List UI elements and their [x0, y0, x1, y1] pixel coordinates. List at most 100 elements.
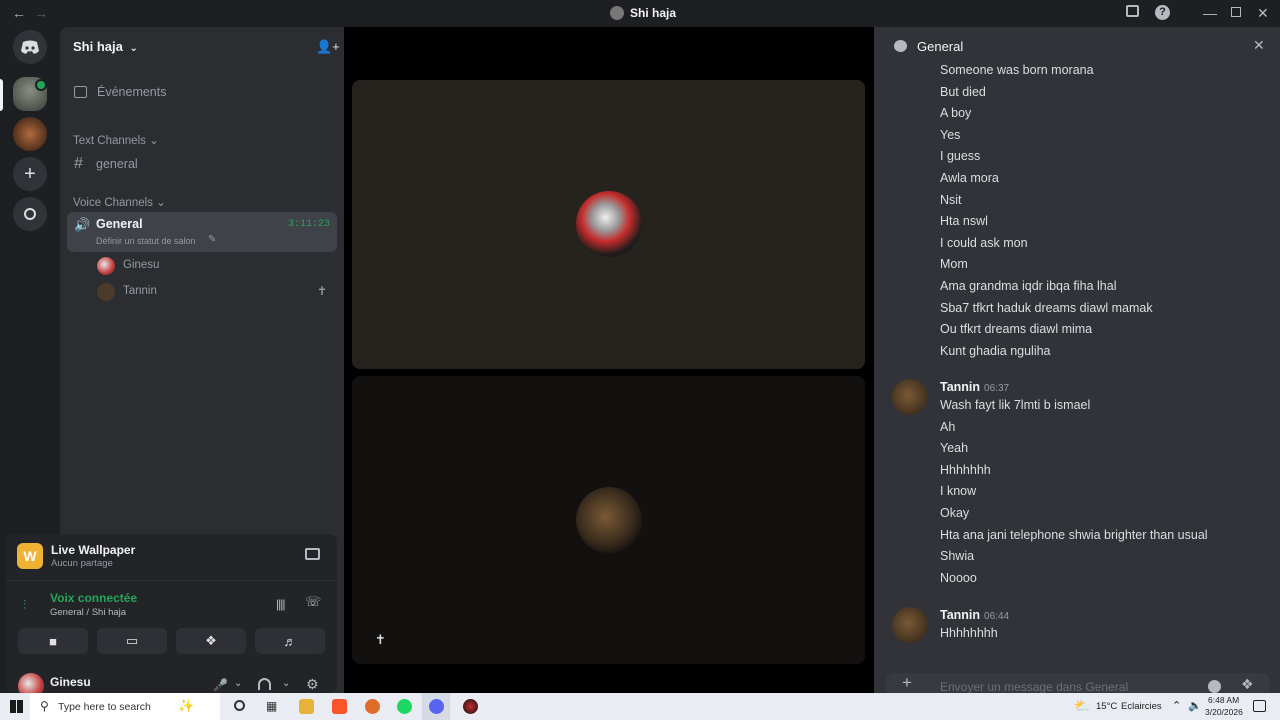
message-line: Noooo — [940, 570, 977, 585]
chat-channel-name: General — [917, 39, 964, 54]
chevron-down-icon: ⌄ — [149, 135, 159, 147]
noise-suppression-icon[interactable]: |||| — [276, 597, 286, 611]
message-line: But died — [940, 84, 986, 99]
chevron-down-icon[interactable]: ⌄ — [282, 678, 290, 689]
server-name-header[interactable]: Shi haja ⌄ — [73, 39, 138, 54]
notifications-icon[interactable] — [1253, 700, 1266, 712]
microphone-icon[interactable]: 🎤 — [213, 678, 228, 692]
message-line: Someone was born morana — [940, 63, 1094, 77]
weather-desc[interactable]: Eclaircies — [1121, 701, 1162, 712]
invite-user-icon[interactable]: 👤+ — [316, 39, 340, 55]
avatar — [97, 283, 115, 301]
apps-icon[interactable]: ❖ — [1241, 676, 1254, 693]
activities-icon: ❖ — [205, 633, 217, 648]
active-server-indicator — [0, 79, 3, 111]
channel-status-hint[interactable]: Définir un statut de salon — [96, 236, 196, 246]
file-explorer-icon[interactable] — [299, 699, 314, 714]
server-icon-2[interactable] — [13, 117, 47, 151]
category-label: Text Channels — [73, 135, 146, 147]
message-line: Hta nswl — [940, 214, 988, 229]
camera-off-button[interactable]: ■ — [18, 628, 88, 654]
chat-header: General ✕ — [874, 27, 1280, 67]
avatar[interactable] — [892, 379, 928, 415]
message-line: Okay — [940, 506, 970, 520]
spotify-icon[interactable] — [397, 699, 412, 714]
text-channels-category[interactable]: Text Channels ⌄ — [68, 133, 336, 147]
sparkle-icon: ✨ — [178, 698, 195, 713]
voice-member[interactable]: Tannin ✝ — [68, 283, 336, 303]
events-item[interactable]: Événements — [68, 84, 336, 104]
plus-icon[interactable]: + — [902, 673, 912, 693]
close-window-icon[interactable]: ✕ — [1257, 4, 1269, 22]
volume-icon[interactable]: 🔈 — [1188, 699, 1202, 712]
brave-icon[interactable] — [332, 699, 347, 714]
message-header: Tannin 06:44 — [940, 608, 1009, 622]
message-line: Hhhhhhh — [940, 462, 991, 477]
discord-home-icon[interactable] — [13, 30, 47, 64]
maximize-icon[interactable] — [1231, 7, 1241, 17]
chevron-down-icon[interactable]: ⌄ — [234, 678, 242, 689]
message-header: Tannin 06:37 — [940, 380, 1009, 394]
clock-date[interactable]: 3/20/2026 — [1205, 707, 1243, 717]
voice-channels-category[interactable]: Voice Channels ⌄ — [68, 195, 336, 209]
gear-icon[interactable]: ⚙ — [306, 676, 319, 693]
user-panel: W Live Wallpaper Aucun partage ⫶ Voix co… — [6, 534, 337, 699]
browser-icon[interactable] — [365, 699, 380, 714]
weather-temp[interactable]: 15°C — [1096, 701, 1117, 712]
member-name: Tannin — [123, 285, 157, 297]
muted-mic-icon: ✝ — [317, 284, 328, 298]
channel-item-general[interactable]: # general — [68, 155, 336, 176]
taskbar-active-app[interactable] — [422, 693, 450, 720]
app-icon[interactable] — [463, 699, 478, 714]
voice-connected-status[interactable]: Voix connectée — [50, 591, 137, 605]
clock-time[interactable]: 6:48 AM — [1208, 695, 1239, 705]
add-server-icon[interactable]: + — [13, 157, 47, 191]
participant-tile-tannin[interactable]: ✝ — [352, 376, 865, 664]
disconnect-icon[interactable]: ☏ — [305, 594, 321, 610]
message-line: Yes — [940, 127, 961, 142]
voice-member[interactable]: Ginesu — [68, 257, 336, 277]
headphones-icon[interactable] — [258, 678, 271, 690]
cortana-icon[interactable] — [234, 700, 245, 711]
soundboard-button[interactable]: ♬ — [255, 628, 325, 654]
help-icon[interactable]: ? — [1155, 5, 1170, 20]
activity-title: Live Wallpaper — [51, 543, 136, 557]
forward-arrow-icon[interactable]: → — [34, 4, 48, 22]
back-arrow-icon[interactable]: ← — [12, 4, 26, 22]
minimize-icon[interactable]: — — [1203, 4, 1217, 22]
screen-share-icon[interactable] — [305, 548, 320, 560]
author-name[interactable]: Tannin — [940, 380, 980, 394]
message-timestamp: 06:44 — [984, 611, 1010, 622]
avatar[interactable] — [892, 607, 928, 643]
discover-icon[interactable] — [13, 197, 47, 231]
chevron-up-icon[interactable]: ⌃ — [1172, 699, 1181, 712]
activities-button[interactable]: ❖ — [176, 628, 246, 654]
task-view-icon[interactable]: ▦ — [266, 699, 277, 713]
muted-mic-icon: ✝ — [375, 632, 386, 647]
member-name: Ginesu — [123, 259, 160, 271]
voice-channel-general[interactable]: 🔊 General 3:11:23 Définir un statut de s… — [67, 212, 337, 252]
user-name[interactable]: Ginesu — [50, 675, 91, 689]
window-title: Shi haja — [630, 6, 677, 20]
connection-signal-icon: ⫶ — [23, 597, 27, 612]
emoji-icon[interactable] — [1208, 680, 1221, 693]
share-screen-button[interactable]: ▭ — [97, 628, 167, 654]
calendar-icon — [74, 86, 87, 98]
participant-tile-ginesu[interactable] — [352, 80, 865, 369]
participant-avatar — [576, 191, 642, 257]
inbox-icon[interactable] — [1126, 5, 1139, 17]
events-label: Événements — [97, 85, 167, 99]
voice-channel-name: General — [96, 217, 143, 231]
message-line: Ou tfkrt dreams diawl mima — [940, 322, 1093, 337]
chat-panel: General ✕ Someone was born morana But die… — [874, 27, 1280, 697]
close-icon[interactable]: ✕ — [1253, 37, 1265, 54]
activity-subtitle: Aucun partage — [51, 558, 113, 569]
taskbar-search[interactable]: ⚲ Type here to search ✨ — [30, 693, 220, 720]
pencil-icon[interactable]: ✎ — [208, 234, 216, 245]
author-name[interactable]: Tannin — [940, 608, 980, 622]
discord-icon — [429, 699, 444, 714]
windows-start-icon[interactable] — [10, 700, 23, 713]
message-timestamp: 06:37 — [984, 383, 1010, 394]
message-line: Ah — [940, 419, 956, 434]
voice-timer: 3:11:23 — [288, 219, 331, 230]
